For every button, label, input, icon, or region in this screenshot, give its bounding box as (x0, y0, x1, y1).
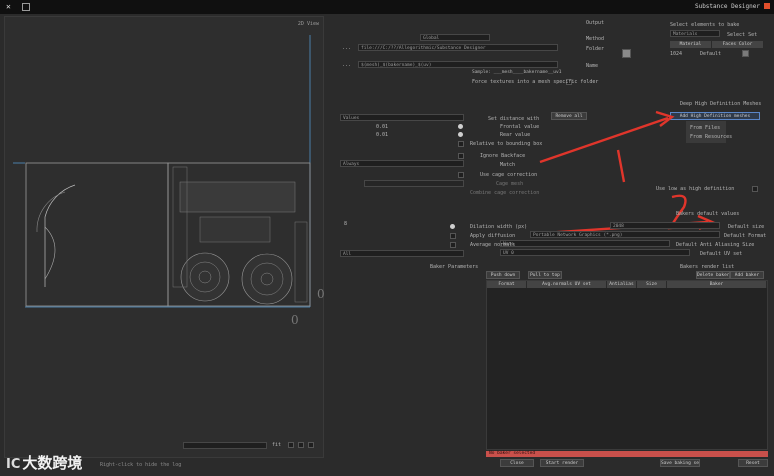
all-dropdown[interactable]: All (340, 250, 464, 257)
dilation-label: Dilation width (px) (470, 224, 528, 230)
watermark-text: 大数跨境 (22, 454, 83, 472)
baker-window: ✕ Substance Designer 2D View 0 0 fit Out… (0, 0, 774, 476)
baker-parameters-header: Baker Parameters (430, 264, 479, 270)
apply-diffusion-label: Apply diffusion (470, 233, 516, 239)
default-aa-dropdown[interactable]: None (500, 240, 670, 247)
footer-hint: Right-click to hide the log (100, 462, 182, 468)
col-size[interactable]: Size (637, 281, 667, 288)
status-bar: No baker selected (486, 451, 768, 457)
close-button[interactable]: Close (500, 459, 534, 467)
default-format-label: Default Format (724, 233, 767, 239)
default-size-label: Default size (728, 224, 765, 230)
push-down-button[interactable]: Push down (486, 271, 520, 279)
render-list[interactable]: Baker Size Antialias Avg.normals UV set … (486, 280, 768, 450)
default-size-field[interactable]: 2048 (610, 222, 720, 229)
average-normals-label: Average normals (470, 242, 516, 248)
col-antialias[interactable]: Antialias (607, 281, 637, 288)
start-render-button[interactable]: Start render (540, 459, 584, 467)
add-baker-button[interactable]: Add baker (730, 271, 764, 279)
dilation-value[interactable]: 8 (344, 221, 347, 227)
col-format[interactable]: Format (487, 281, 527, 288)
default-uv-dropdown[interactable]: UV 0 (500, 249, 690, 256)
reset-button[interactable]: Reset (738, 459, 768, 467)
apply-diffusion-checkbox[interactable] (450, 233, 456, 239)
dilation-slider-handle[interactable] (450, 224, 455, 229)
render-list-header: Bakers render list (680, 264, 735, 270)
default-uv-label: Default UV set (700, 251, 743, 257)
average-normals-checkbox[interactable] (450, 242, 456, 248)
pull-to-top-button[interactable]: Pull to top (528, 271, 562, 279)
delete-baker-button[interactable]: Delete baker (696, 271, 730, 279)
defaults-header: Bakers default values (676, 211, 740, 217)
watermark: IC 大数跨境 (6, 452, 82, 473)
default-format-dropdown[interactable]: Portable Network Graphics (*.png) (530, 231, 720, 238)
default-aa-label: Default Anti Aliasing Size (676, 242, 755, 248)
col-baker[interactable]: Baker (667, 281, 767, 288)
save-setup-button[interactable]: Save baking setup (660, 459, 700, 467)
watermark-logo-icon: IC (6, 457, 21, 472)
col-avg-normals-uv[interactable]: Avg.normals UV set (527, 281, 607, 288)
